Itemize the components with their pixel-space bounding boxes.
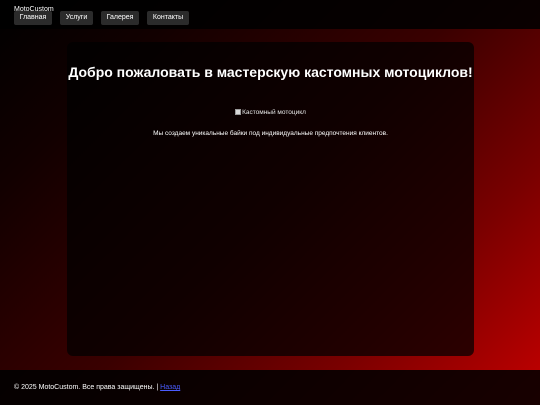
hero-image-alt-text: Кастомный мотоцикл [242,109,306,116]
footer-text: © 2025 MotoCustom. Все права защищены. |… [14,383,180,392]
nav-home[interactable]: Главная [14,11,52,25]
nav-gallery[interactable]: Галерея [101,11,139,25]
nav-services[interactable]: Услуги [60,11,93,25]
footer-copyright: © 2025 MotoCustom. Все права защищены. [14,384,155,391]
main-content-card: Добро пожаловать в мастерскую кастомных … [67,42,474,356]
broken-image-icon [235,109,242,116]
site-header: MotoCustom Главная Услуги Галерея Контак… [0,0,540,29]
hero-image: Кастомный мотоцикл [67,108,474,117]
page-title: Добро пожаловать в мастерскую кастомных … [68,64,473,80]
site-footer: © 2025 MotoCustom. Все права защищены. |… [0,370,540,405]
footer-back-link[interactable]: Назад [160,384,180,391]
intro-text: Мы создаем уникальные байки под индивиду… [153,130,388,137]
nav-contacts[interactable]: Контакты [147,11,189,25]
